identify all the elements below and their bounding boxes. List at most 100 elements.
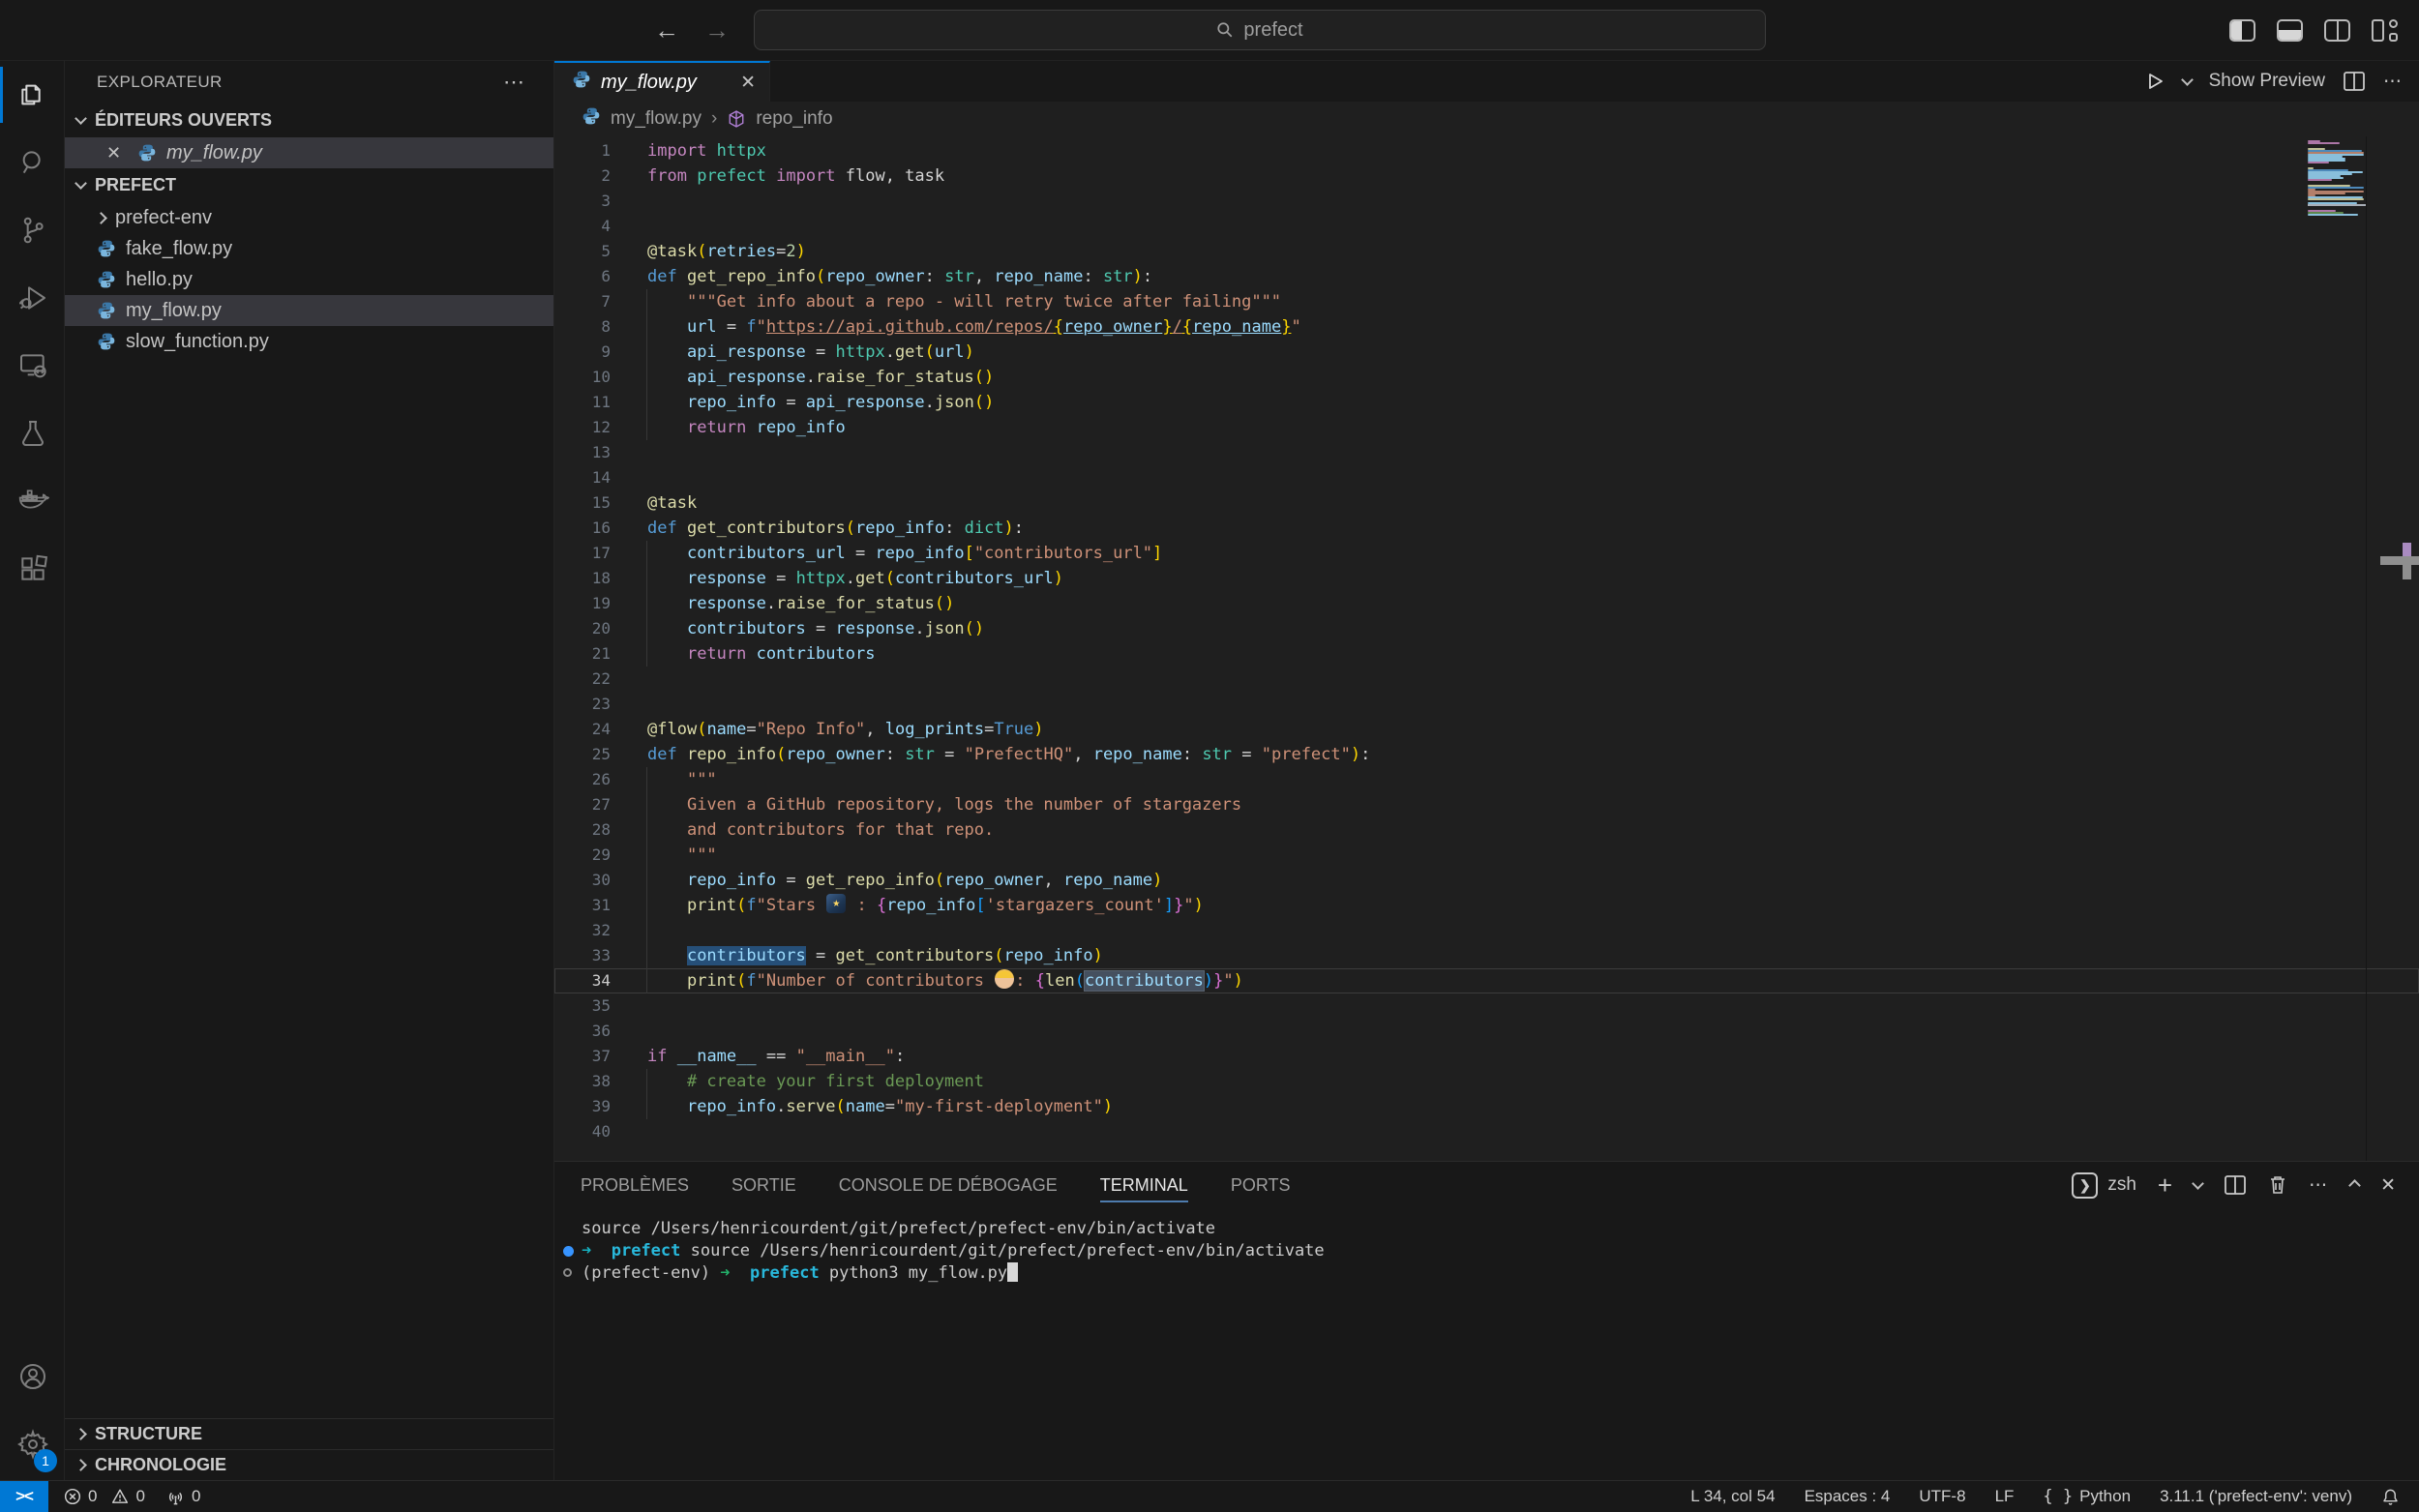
code-line-8[interactable]: 8 url = f"https://api.github.com/repos/{…	[554, 314, 2419, 340]
split-terminal-icon[interactable]	[2224, 1174, 2247, 1196]
code-line-9[interactable]: 9 api_response = httpx.get(url)	[554, 340, 2419, 365]
run-debug-icon[interactable]	[0, 264, 65, 332]
extensions-icon[interactable]	[0, 535, 65, 603]
panel-tab-probl-mes[interactable]: PROBLÈMES	[581, 1162, 689, 1208]
code-line-17[interactable]: 17 contributors_url = repo_info["contrib…	[554, 541, 2419, 566]
command-decoration-icon[interactable]	[563, 1246, 574, 1257]
code-line-29[interactable]: 29 """	[554, 843, 2419, 868]
run-python-file-icon[interactable]	[2144, 71, 2165, 92]
show-preview-button[interactable]: Show Preview	[2209, 71, 2325, 92]
code-line-19[interactable]: 19 response.raise_for_status()	[554, 591, 2419, 616]
panel-more-actions-icon[interactable]: ⋯	[2309, 1174, 2329, 1197]
code-line-3[interactable]: 3	[554, 189, 2419, 214]
panel-tab-console-de-d-bogage[interactable]: CONSOLE DE DÉBOGAGE	[839, 1162, 1058, 1208]
panel-tab-terminal[interactable]: TERMINAL	[1100, 1162, 1188, 1208]
breadcrumb-symbol[interactable]: repo_info	[756, 108, 832, 130]
code-line-38[interactable]: 38 # create your first deployment	[554, 1069, 2419, 1094]
maximize-panel-icon[interactable]	[2348, 1179, 2361, 1192]
code-line-6[interactable]: 6def get_repo_info(repo_owner: str, repo…	[554, 264, 2419, 289]
code-line-31[interactable]: 31 print(f"Stars : {repo_info['stargazer…	[554, 893, 2419, 918]
code-line-4[interactable]: 4	[554, 214, 2419, 239]
nav-back-icon[interactable]: ←	[654, 15, 679, 45]
code-line-5[interactable]: 5@task(retries=2)	[554, 239, 2419, 264]
code-line-34[interactable]: 34 print(f"Number of contributors : {len…	[554, 968, 2419, 993]
open-editor-item[interactable]: ✕my_flow.py	[65, 137, 553, 168]
settings-gear-icon[interactable]: 1	[0, 1410, 65, 1478]
code-line-14[interactable]: 14	[554, 465, 2419, 490]
panel-tab-ports[interactable]: PORTS	[1231, 1162, 1291, 1208]
nav-forward-icon[interactable]: →	[704, 15, 730, 45]
tree-item-prefect-env[interactable]: prefect-env	[65, 202, 553, 233]
search-icon[interactable]	[0, 129, 65, 196]
code-line-23[interactable]: 23	[554, 692, 2419, 717]
indentation[interactable]: Espaces : 4	[1805, 1487, 1891, 1506]
editor-more-actions-icon[interactable]: ⋯	[2383, 71, 2404, 93]
close-panel-icon[interactable]: ✕	[2380, 1174, 2396, 1197]
code-line-27[interactable]: 27 Given a GitHub repository, logs the n…	[554, 792, 2419, 817]
account-icon[interactable]	[0, 1343, 65, 1410]
customize-layout-icon[interactable]	[2372, 19, 2398, 42]
problems-status[interactable]: 0 0	[64, 1487, 145, 1506]
code-line-7[interactable]: 7 """Get info about a repo - will retry …	[554, 289, 2419, 314]
code-line-10[interactable]: 10 api_response.raise_for_status()	[554, 365, 2419, 390]
close-tab-icon[interactable]: ✕	[740, 72, 756, 94]
toggle-sidebar-icon[interactable]	[2229, 19, 2255, 42]
tree-item-slow_function-py[interactable]: slow_function.py	[65, 326, 553, 357]
code-line-13[interactable]: 13	[554, 440, 2419, 465]
toggle-panel-icon[interactable]	[2277, 19, 2303, 42]
remote-indicator[interactable]: ><	[0, 1481, 48, 1512]
code-line-21[interactable]: 21 return contributors	[554, 641, 2419, 667]
code-line-20[interactable]: 20 contributors = response.json()	[554, 616, 2419, 641]
docker-icon[interactable]	[0, 467, 65, 535]
code-line-36[interactable]: 36	[554, 1019, 2419, 1044]
new-terminal-icon[interactable]: +	[2158, 1171, 2172, 1201]
code-line-35[interactable]: 35	[554, 993, 2419, 1019]
toggle-secondary-sidebar-icon[interactable]	[2324, 19, 2350, 42]
panel-tab-sortie[interactable]: SORTIE	[732, 1162, 796, 1208]
code-line-25[interactable]: 25def repo_info(repo_owner: str = "Prefe…	[554, 742, 2419, 767]
tree-item-hello-py[interactable]: hello.py	[65, 264, 553, 295]
command-decoration-icon[interactable]	[563, 1268, 572, 1277]
language-mode[interactable]: { } Python	[2043, 1487, 2131, 1506]
section-folder[interactable]: PREFECT	[65, 168, 553, 202]
encoding[interactable]: UTF-8	[1919, 1487, 1965, 1506]
code-line-33[interactable]: 33 contributors = get_contributors(repo_…	[554, 943, 2419, 968]
cursor-position[interactable]: L 34, col 54	[1690, 1487, 1775, 1506]
run-dropdown-chevron-icon[interactable]	[2181, 74, 2194, 86]
code-line-22[interactable]: 22	[554, 667, 2419, 692]
eol[interactable]: LF	[1995, 1487, 2015, 1506]
kill-terminal-trash-icon[interactable]	[2268, 1174, 2287, 1196]
code-line-26[interactable]: 26 """	[554, 767, 2419, 792]
terminal-shell-label[interactable]: ❯ zsh	[2072, 1172, 2136, 1199]
code-line-24[interactable]: 24@flow(name="Repo Info", log_prints=Tru…	[554, 717, 2419, 742]
source-control-icon[interactable]	[0, 196, 65, 264]
code-line-30[interactable]: 30 repo_info = get_repo_info(repo_owner,…	[554, 868, 2419, 893]
code-line-16[interactable]: 16def get_contributors(repo_info: dict):	[554, 516, 2419, 541]
tab-my-flow[interactable]: my_flow.py ✕	[554, 61, 770, 102]
section-open-editors[interactable]: ÉDITEURS OUVERTS	[65, 104, 553, 137]
code-line-18[interactable]: 18 response = httpx.get(contributors_url…	[554, 566, 2419, 591]
code-line-12[interactable]: 12 return repo_info	[554, 415, 2419, 440]
explorer-icon[interactable]	[0, 61, 65, 129]
remote-explorer-icon[interactable]	[0, 332, 65, 400]
terminal-dropdown-chevron-icon[interactable]	[2192, 1177, 2204, 1190]
forwarded-ports-status[interactable]: 0	[166, 1487, 200, 1506]
code-line-39[interactable]: 39 repo_info.serve(name="my-first-deploy…	[554, 1094, 2419, 1119]
notifications-bell-icon[interactable]	[2381, 1488, 2400, 1506]
command-center-search[interactable]: prefect	[754, 10, 1766, 50]
close-editor-icon[interactable]: ✕	[106, 143, 126, 163]
code-line-28[interactable]: 28 and contributors for that repo.	[554, 817, 2419, 843]
code-line-37[interactable]: 37if __name__ == "__main__":	[554, 1044, 2419, 1069]
code-line-15[interactable]: 15@task	[554, 490, 2419, 516]
tree-item-my_flow-py[interactable]: my_flow.py	[65, 295, 553, 326]
explorer-more-actions-icon[interactable]: ⋯	[503, 70, 526, 95]
code-editor[interactable]: 1import httpx2from prefect import flow, …	[554, 136, 2419, 1161]
code-line-40[interactable]: 40	[554, 1119, 2419, 1144]
tree-item-fake_flow-py[interactable]: fake_flow.py	[65, 233, 553, 264]
breadcrumb-file[interactable]: my_flow.py	[611, 108, 702, 130]
split-editor-icon[interactable]	[2343, 71, 2366, 92]
section-structure[interactable]: STRUCTURE	[65, 1418, 553, 1449]
testing-icon[interactable]	[0, 400, 65, 467]
python-interpreter[interactable]: 3.11.1 ('prefect-env': venv)	[2160, 1487, 2352, 1506]
code-line-32[interactable]: 32	[554, 918, 2419, 943]
